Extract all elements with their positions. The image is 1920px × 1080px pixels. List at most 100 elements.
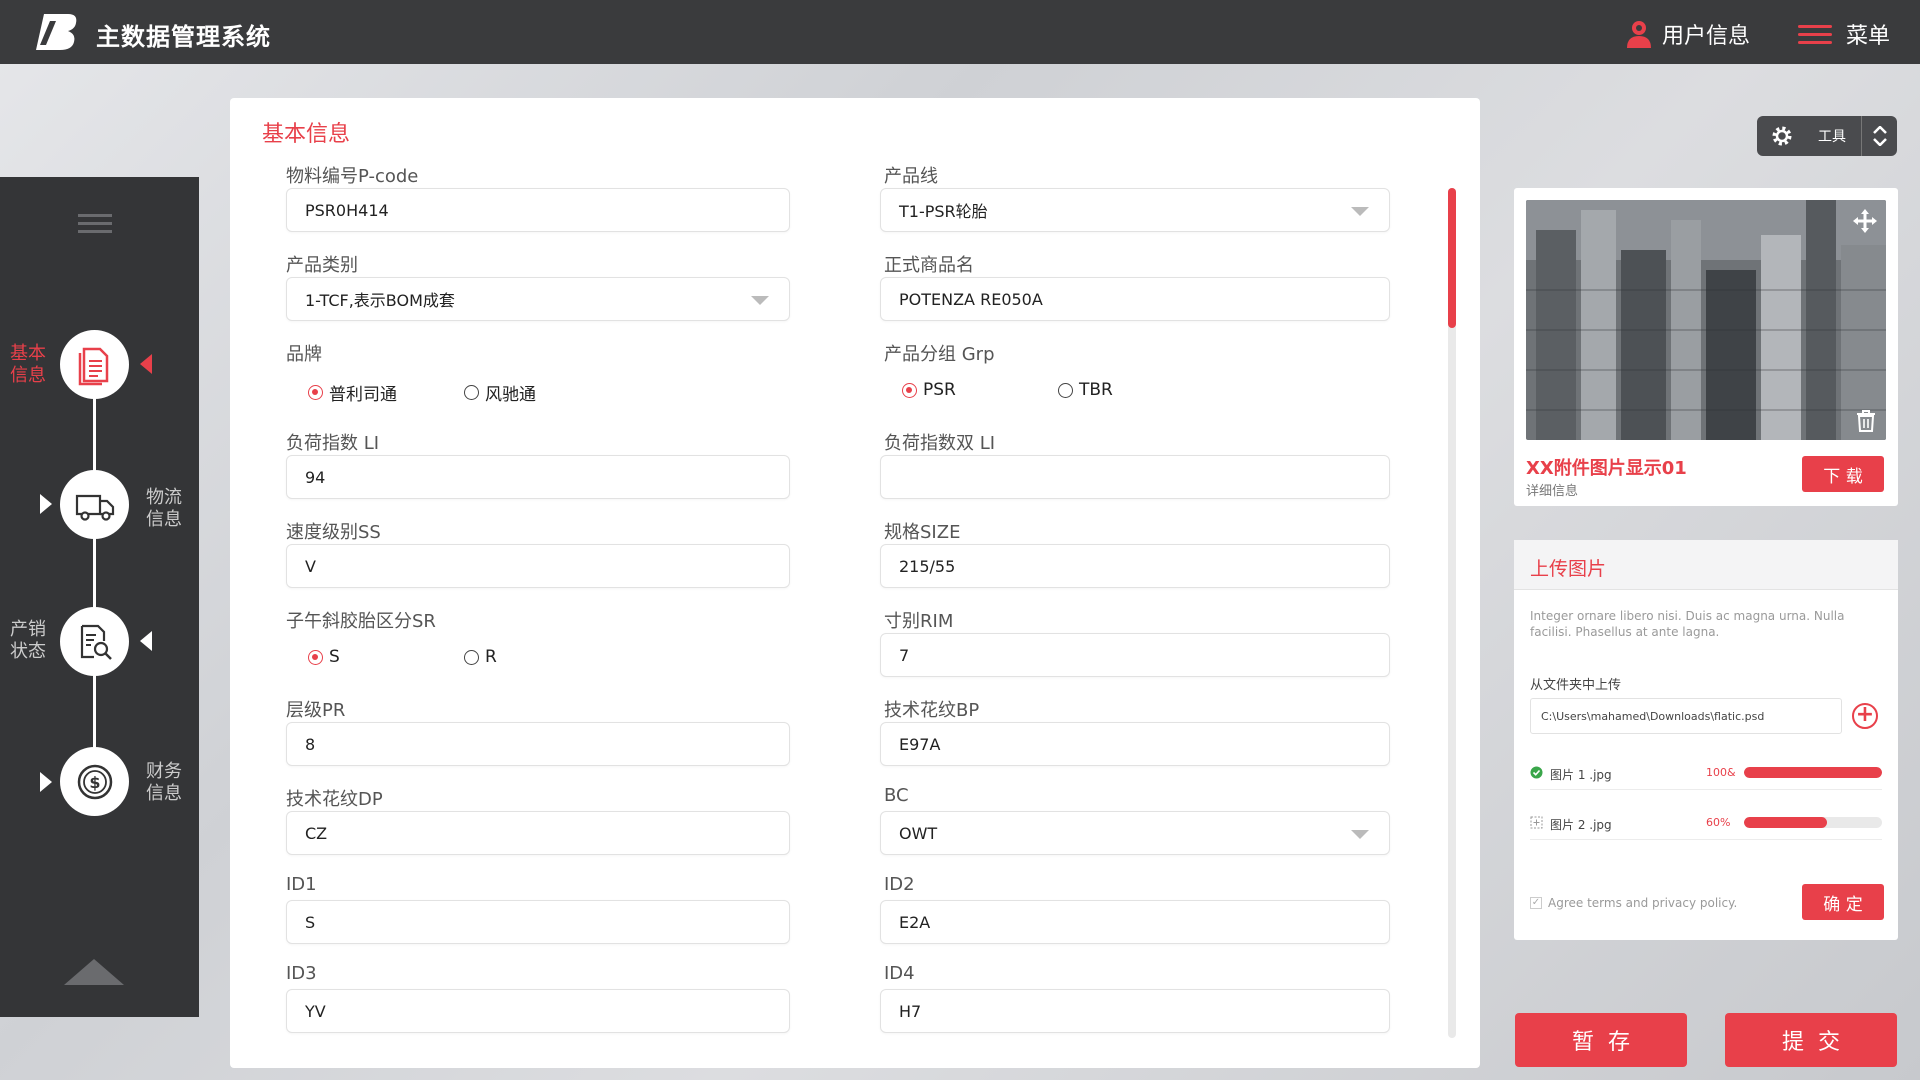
- submit-button[interactable]: 提交: [1725, 1013, 1897, 1067]
- nav-label-sales-status[interactable]: 产销 状态: [10, 619, 50, 663]
- radio-label: S: [329, 647, 340, 667]
- nav-caret-active: [140, 354, 152, 374]
- dollar-icon: $: [77, 764, 112, 799]
- add-file-icon[interactable]: +: [1852, 703, 1878, 729]
- upload-file-row: 图片 2 .jpg 60%: [1530, 806, 1882, 840]
- field-label: 速度级别SS: [286, 522, 381, 543]
- confirm-button[interactable]: 确 定: [1802, 884, 1884, 920]
- field-label: 产品类别: [286, 255, 358, 276]
- radio-option[interactable]: TBR: [1058, 380, 1113, 400]
- trash-icon[interactable]: [1856, 410, 1876, 432]
- radio-option[interactable]: 普利司通: [308, 380, 397, 405]
- user-info-button[interactable]: 用户信息: [1626, 18, 1750, 50]
- text-field[interactable]: E2A: [880, 900, 1390, 944]
- check-circle-icon: [1530, 766, 1543, 779]
- field-label: 寸别RIM: [884, 611, 954, 632]
- upload-file-name: 图片 2 .jpg: [1550, 818, 1612, 832]
- radio-option[interactable]: S: [308, 647, 340, 667]
- save-draft-button[interactable]: 暂存: [1515, 1013, 1687, 1067]
- hamburger-icon: [1798, 20, 1832, 49]
- field-label: 规格SIZE: [884, 522, 961, 543]
- radio-button[interactable]: [902, 382, 917, 398]
- radio-button[interactable]: [1058, 382, 1073, 398]
- radio-option[interactable]: PSR: [902, 380, 956, 400]
- upload-file-percent: 60%: [1706, 816, 1731, 829]
- move-icon[interactable]: [1852, 208, 1878, 234]
- text-field[interactable]: [880, 455, 1390, 499]
- radio-button[interactable]: [464, 385, 479, 400]
- agree-checkbox[interactable]: ✓: [1530, 897, 1542, 909]
- form-scrollbar[interactable]: [1448, 188, 1456, 1038]
- upload-path-input[interactable]: C:\Users\mahamed\Downloads\flatic.psd: [1530, 698, 1842, 734]
- field-label: 负荷指数双 LI: [884, 433, 996, 454]
- nav-caret: [40, 494, 52, 514]
- text-field[interactable]: POTENZA RE050A: [880, 277, 1390, 321]
- text-field[interactable]: PSR0H414: [286, 188, 790, 232]
- radio-label: PSR: [923, 380, 956, 400]
- download-button[interactable]: 下 载: [1802, 456, 1884, 492]
- field-label: ID4: [884, 963, 915, 984]
- text-field[interactable]: V: [286, 544, 790, 588]
- nav-item-sales-status[interactable]: [60, 607, 129, 676]
- nav-label-logistics[interactable]: 物流 信息: [146, 487, 186, 531]
- field-label: BC: [884, 785, 909, 806]
- field-label: 负荷指数 LI: [286, 433, 380, 454]
- radio-label: R: [485, 647, 497, 667]
- attachment-subtitle: 详细信息: [1526, 484, 1579, 499]
- text-field[interactable]: 8: [286, 722, 790, 766]
- nav-label-basic[interactable]: 基本 信息: [10, 343, 50, 387]
- text-field[interactable]: E97A: [880, 722, 1390, 766]
- radio-label: 风驰通: [485, 385, 536, 405]
- agree-terms-label: Agree terms and privacy policy.: [1548, 896, 1738, 910]
- user-info-label: 用户信息: [1662, 24, 1751, 49]
- field-label: ID3: [286, 963, 317, 984]
- text-field[interactable]: 7: [880, 633, 1390, 677]
- upload-file-row: 图片 1 .jpg 100&: [1530, 756, 1882, 790]
- radio-button[interactable]: [308, 385, 323, 400]
- upload-progress-fill: [1744, 817, 1827, 828]
- nav-label-finance[interactable]: 财务 信息: [146, 761, 186, 805]
- nav-item-basic-info[interactable]: [60, 330, 129, 399]
- left-step-nav: 基本 信息 物流 信息 产销 状态 $ 财务 信息: [0, 177, 199, 1017]
- brand-logo-icon[interactable]: [34, 12, 80, 52]
- radio-button[interactable]: [464, 649, 479, 665]
- select-field[interactable]: T1-PSR轮胎: [880, 188, 1390, 232]
- nav-caret: [140, 631, 152, 651]
- attachment-title: XX附件图片显示01: [1526, 458, 1687, 479]
- nav-item-finance[interactable]: $: [60, 747, 129, 816]
- field-label: 正式商品名: [884, 255, 974, 276]
- truck-icon: [75, 494, 114, 521]
- gear-icon[interactable]: [1757, 124, 1807, 148]
- text-field[interactable]: CZ: [286, 811, 790, 855]
- nav-scroll-up-icon[interactable]: [64, 959, 124, 985]
- chevron-up-icon: [1872, 126, 1887, 134]
- text-field[interactable]: YV: [286, 989, 790, 1033]
- nav-collapse-icon[interactable]: [78, 209, 112, 238]
- text-field[interactable]: H7: [880, 989, 1390, 1033]
- field-label: 子午斜胶胎区分SR: [286, 611, 436, 632]
- nav-item-logistics[interactable]: [60, 470, 129, 539]
- tools-toggle-button[interactable]: [1861, 116, 1897, 156]
- scrollbar-thumb[interactable]: [1448, 188, 1456, 328]
- radio-label: 普利司通: [329, 385, 397, 405]
- radio-option[interactable]: R: [464, 647, 497, 667]
- text-field[interactable]: S: [286, 900, 790, 944]
- field-label: 技术花纹BP: [884, 700, 980, 721]
- chevron-down-icon: [1872, 138, 1887, 146]
- text-field[interactable]: 94: [286, 455, 790, 499]
- field-label: 产品分组 Grp: [884, 344, 995, 365]
- upload-header: 上传图片: [1514, 540, 1898, 590]
- select-field[interactable]: 1-TCF,表示BOM成套: [286, 277, 790, 321]
- text-field[interactable]: 215/55: [880, 544, 1390, 588]
- upload-progress-fill: [1744, 767, 1882, 778]
- upload-description: Integer ornare libero nisi. Duis ac magn…: [1530, 609, 1845, 639]
- upload-card: 上传图片 Integer ornare libero nisi. Duis ac…: [1514, 540, 1898, 940]
- field-label: 品牌: [286, 344, 322, 365]
- attachment-photo[interactable]: [1526, 200, 1886, 440]
- agree-terms[interactable]: ✓ Agree terms and privacy policy.: [1530, 896, 1737, 910]
- upload-file-percent: 100&: [1706, 766, 1736, 779]
- radio-option[interactable]: 风驰通: [464, 380, 536, 405]
- menu-button[interactable]: 菜单: [1798, 18, 1890, 50]
- select-field[interactable]: OWT: [880, 811, 1390, 855]
- radio-button[interactable]: [308, 649, 323, 665]
